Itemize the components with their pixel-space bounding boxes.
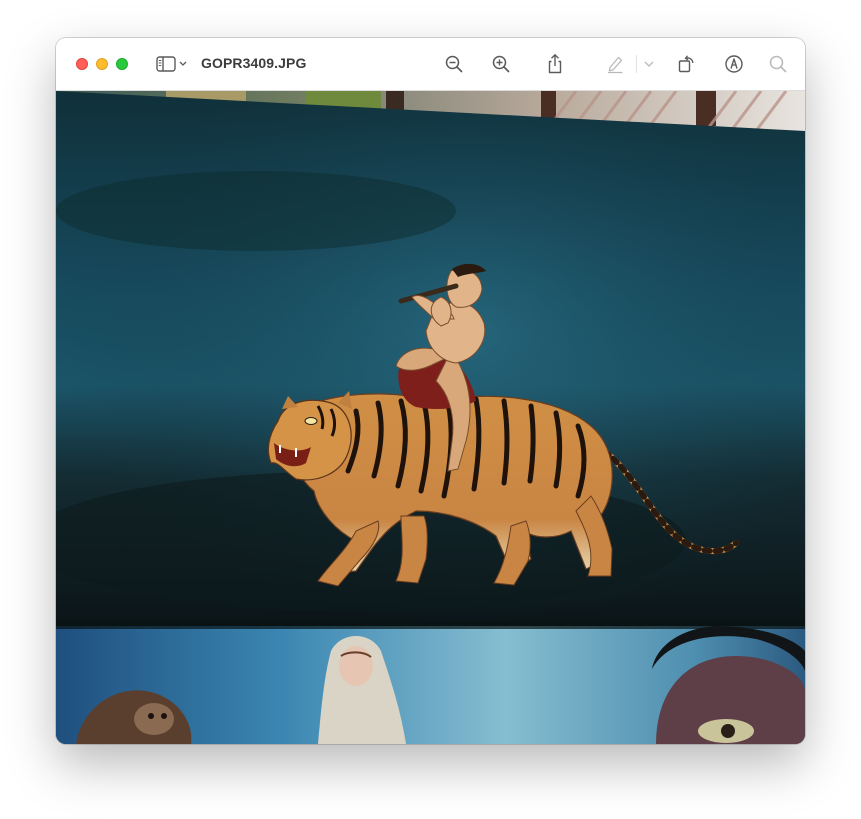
zoom-out-button[interactable] <box>441 51 467 77</box>
minimize-window-button[interactable] <box>96 58 108 70</box>
zoom-out-icon <box>445 55 463 73</box>
image-viewport[interactable] <box>56 91 805 744</box>
markup-button[interactable] <box>721 51 747 77</box>
markup-menu-button[interactable] <box>641 51 657 77</box>
highlight-pen-icon <box>608 56 623 74</box>
sidebar-toggle-icon <box>156 56 187 72</box>
photo-image <box>56 91 805 744</box>
zoom-window-button[interactable] <box>116 58 128 70</box>
close-window-button[interactable] <box>76 58 88 70</box>
zoom-in-icon <box>492 55 510 73</box>
share-button[interactable] <box>542 51 568 77</box>
title-bar: GOPR3409.JPG <box>56 38 805 91</box>
toolbar-separator <box>636 55 637 73</box>
share-icon <box>548 53 562 74</box>
markup-chevron-down-icon <box>644 61 654 67</box>
sidebar-toggle-button[interactable] <box>152 51 192 77</box>
preview-window: GOPR3409.JPG <box>56 38 805 744</box>
rotate-icon <box>678 55 694 73</box>
window-title: GOPR3409.JPG <box>201 55 307 71</box>
zoom-in-button[interactable] <box>488 51 514 77</box>
highlight-button[interactable] <box>602 51 628 77</box>
search-button[interactable] <box>765 51 791 77</box>
search-icon <box>769 55 787 73</box>
markup-icon <box>725 55 743 73</box>
rotate-button[interactable] <box>673 51 699 77</box>
